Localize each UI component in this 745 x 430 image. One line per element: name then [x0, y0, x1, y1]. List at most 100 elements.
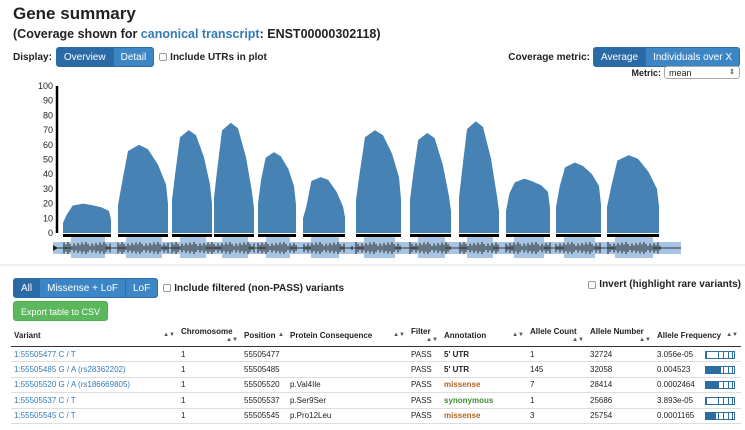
exon-marker [556, 234, 601, 237]
y-axis: 1009080706050403020100 [38, 81, 59, 238]
individuals-over-x-button[interactable]: Individuals over X [645, 47, 740, 67]
allele-frequency-cell: 0.0001165 [654, 408, 741, 424]
table-row[interactable]: 1:55505545 C / T 1 55505545 p.Pro12Leu PASS m… [11, 408, 741, 424]
coverage-exon-area [303, 177, 345, 233]
table-row[interactable]: 1:55505537 C / T 1 55505537 p.Ser9Ser PASS sy… [11, 392, 741, 409]
annotation-cell: synonymous [441, 392, 527, 409]
annotation-cell: missense [441, 408, 527, 424]
exon-marker [410, 234, 451, 237]
col-annotation[interactable]: Annotation ▲▼ [441, 324, 527, 347]
coverage-exon-area [258, 152, 296, 233]
variant-link[interactable]: 1:55505477 C / T [14, 350, 76, 359]
table-row[interactable]: 1:55505520 G / A (rs186669805) 1 55505520 p… [11, 377, 741, 394]
overview-button[interactable]: Overview [55, 47, 114, 67]
invert-label: Invert (highlight rare variants) [599, 279, 741, 290]
sort-icon: ▲▼ [426, 337, 438, 343]
coverage-chart: 1009080706050403020100 [0, 81, 745, 266]
variant-cell[interactable]: 1:55505477 C / T [11, 346, 178, 363]
invert-checkbox[interactable] [588, 280, 597, 289]
exon-marker [214, 234, 254, 237]
variant-cell[interactable]: 1:55505520 G / A (rs186669805) [11, 377, 178, 394]
table-row[interactable]: 1:55505477 C / T 1 55505477 PASS 5' UTR 1 3272… [11, 346, 741, 363]
coverage-exon-area [459, 121, 499, 233]
allele-frequency-value: 3.893e-05 [657, 395, 694, 405]
y-tick-label: 50 [43, 155, 53, 165]
coverage-exon-area [556, 162, 601, 233]
col-allele-count[interactable]: Allele Count ▲▼ [527, 324, 587, 347]
col-allele-number[interactable]: Allele Number ▲▼ [587, 324, 654, 347]
variant-link[interactable]: 1:55505545 C / T [14, 411, 76, 420]
all-variants-button[interactable]: All [13, 278, 41, 298]
col-allele-frequency[interactable]: Allele Frequency ▲▼ [654, 324, 741, 347]
detail-button[interactable]: Detail [112, 47, 155, 67]
subtitle-prefix: (Coverage shown for [13, 27, 141, 41]
transcript-track [0, 234, 745, 266]
include-utrs-checkbox[interactable] [159, 53, 168, 61]
page-title: Gene summary [13, 4, 136, 23]
y-tick-label: 60 [43, 140, 53, 150]
coverage-exon-area [118, 144, 168, 233]
col-filter[interactable]: Filter ▲▼ [408, 324, 441, 347]
variant-cell[interactable]: 1:55505545 C / T [11, 408, 178, 424]
y-tick-label: 100 [38, 81, 53, 91]
allele-frequency-cell: 0.0002464 [654, 377, 741, 394]
y-tick-label: 90 [43, 96, 53, 106]
position-cell: 55505485 [241, 361, 287, 378]
table-header-row: Variant ▲▼ Chromosome ▲▼ Position ▲ Protein… [11, 324, 741, 347]
sort-icon: ▲▼ [163, 331, 175, 338]
display-controls: Display: Overview Detail Include UTRs in … [13, 47, 267, 67]
y-tick-label: 40 [43, 169, 53, 179]
variant-link[interactable]: 1:55505537 C / T [14, 396, 76, 405]
annotation-cell: 5' UTR [441, 346, 527, 363]
table-row[interactable]: 1:55505485 G / A (rs28362202) 1 55505485 PA… [11, 361, 741, 378]
canonical-transcript-link[interactable]: canonical transcript [141, 27, 260, 41]
coverage-metric-label: Coverage metric: [508, 51, 590, 63]
col-variant[interactable]: Variant ▲▼ [11, 324, 178, 347]
allele-frequency-bar [705, 381, 735, 390]
allele-number-cell: 28414 [587, 377, 654, 394]
col-chromosome[interactable]: Chromosome ▲▼ [178, 324, 241, 347]
exon-marker [258, 234, 296, 237]
variant-cell[interactable]: 1:55505537 C / T [11, 392, 178, 409]
allele-number-cell: 32058 [587, 361, 654, 378]
invert-toggle[interactable]: Invert (highlight rare variants) [588, 279, 741, 290]
chart-divider [0, 264, 745, 266]
sort-icon: ▲▼ [512, 331, 524, 338]
average-button[interactable]: Average [592, 47, 647, 67]
protein-consequence-cell: p.Pro12Leu [287, 408, 408, 424]
col-position[interactable]: Position ▲ [241, 324, 287, 347]
include-utrs-toggle[interactable]: Include UTRs in plot [159, 52, 267, 63]
exon-marker [303, 234, 345, 237]
page-subtitle: (Coverage shown for canonical transcript… [13, 27, 381, 41]
allele-frequency-value: 0.0001165 [657, 411, 695, 421]
coverage-exon-area [214, 122, 254, 233]
allele-frequency-bar [705, 412, 735, 421]
missense-lof-button[interactable]: Missense + LoF [39, 278, 126, 298]
lof-button[interactable]: LoF [125, 278, 159, 298]
include-filtered-checkbox[interactable] [163, 284, 172, 292]
variant-link[interactable]: 1:55505520 G / A (rs186669805) [14, 380, 130, 389]
protein-consequence-cell: p.Val4Ile [287, 377, 408, 394]
filter-cell: PASS [408, 346, 441, 363]
col-protein-consequence[interactable]: Protein Consequence ▲▼ [287, 324, 408, 347]
allele-number-cell: 25686 [587, 392, 654, 409]
y-tick-label: 20 [43, 199, 53, 209]
sort-icon: ▲▼ [726, 331, 738, 338]
chromosome-cell: 1 [178, 408, 241, 424]
position-cell: 55505477 [241, 346, 287, 363]
protein-consequence-cell [287, 346, 408, 363]
variant-cell[interactable]: 1:55505485 G / A (rs28362202) [11, 361, 178, 378]
filter-cell: PASS [408, 377, 441, 394]
display-label: Display: [13, 51, 52, 63]
allele-count-cell: 145 [527, 361, 587, 378]
coverage-exon-area [410, 133, 451, 233]
allele-frequency-bar [705, 350, 735, 359]
metric-select-value: mean [669, 68, 692, 78]
sort-icon: ▲▼ [572, 337, 584, 343]
annotation-cell: 5' UTR [441, 361, 527, 378]
chromosome-cell: 1 [178, 361, 241, 378]
allele-frequency-value: 3.056e-05 [657, 349, 694, 359]
export-csv-button[interactable]: Export table to CSV [13, 301, 109, 321]
include-filtered-toggle[interactable]: Include filtered (non-PASS) variants [163, 283, 344, 294]
variant-link[interactable]: 1:55505485 G / A (rs28362202) [14, 365, 126, 374]
